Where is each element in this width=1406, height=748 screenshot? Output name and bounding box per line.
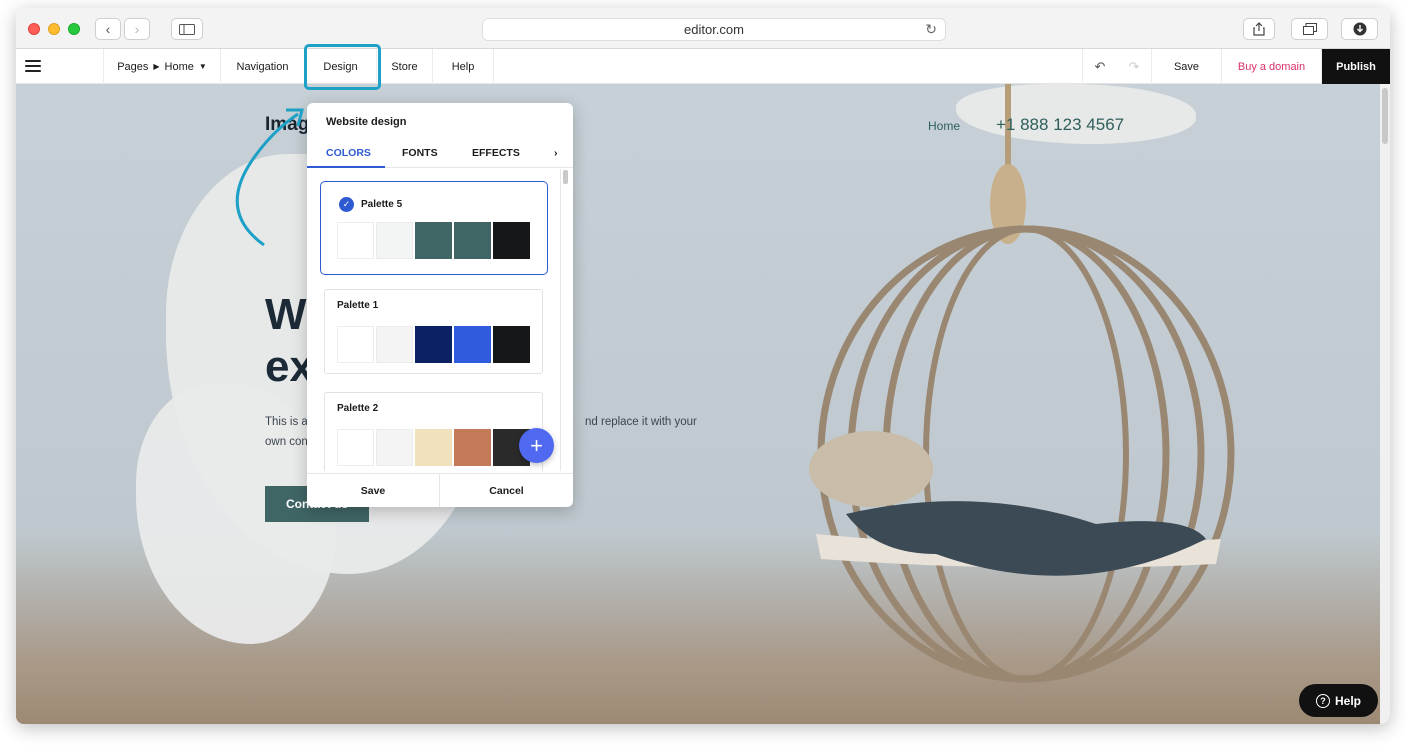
color-swatch <box>454 429 491 466</box>
panel-cancel-button[interactable]: Cancel <box>440 474 573 507</box>
current-page-label: Home <box>164 60 194 73</box>
editor-toolbar: Pages ▶ Home ▼ Navigation Design Store H… <box>16 49 1390 84</box>
browser-chrome: ‹ › editor.com ↻ <box>16 8 1390 49</box>
site-phone: +1 888 123 4567 <box>996 115 1125 134</box>
url-text: editor.com <box>684 22 744 37</box>
palette-scrollbar[interactable] <box>560 169 561 471</box>
panel-footer: Save Cancel <box>307 473 573 507</box>
tab-fonts[interactable]: FONTS <box>402 147 438 159</box>
color-swatch <box>376 326 413 363</box>
chevron-right-icon: › <box>134 21 140 37</box>
save-button[interactable]: Save <box>1152 49 1222 84</box>
design-tabs: COLORS FONTS EFFECTS › <box>307 141 573 168</box>
color-swatch <box>337 222 374 259</box>
help-button[interactable]: ? Help <box>1299 684 1378 717</box>
pages-label: Pages <box>117 60 149 73</box>
palette-name: Palette 2 <box>337 403 379 414</box>
chevron-right-icon[interactable]: › <box>554 147 558 159</box>
tab-colors[interactable]: COLORS <box>326 147 371 159</box>
color-swatch <box>493 326 530 363</box>
menu-icon[interactable] <box>25 60 41 72</box>
color-swatch <box>337 326 374 363</box>
reload-icon[interactable]: ↻ <box>925 19 937 40</box>
url-bar[interactable]: editor.com ↻ <box>482 18 946 41</box>
palette-card[interactable]: ✓ Palette 5 <box>320 181 548 275</box>
palette-swatches <box>337 222 530 259</box>
help-button-label: Help <box>1334 693 1361 708</box>
share-icon <box>1253 22 1265 36</box>
tab-effects[interactable]: EFFECTS <box>472 147 520 159</box>
color-swatch <box>454 326 491 363</box>
tabs-icon <box>1302 23 1317 35</box>
sidebar-toggle-button[interactable] <box>171 18 203 40</box>
tabs-overview-button[interactable] <box>1291 18 1328 40</box>
help-menu[interactable]: Help <box>433 49 494 84</box>
color-swatch <box>454 222 491 259</box>
publish-button[interactable]: Publish <box>1322 49 1390 84</box>
palette-swatches <box>337 429 530 466</box>
caret-right-icon: ▶ <box>153 62 160 71</box>
undo-button[interactable]: ↶ <box>1082 49 1117 84</box>
palette-scroll-thumb[interactable] <box>563 170 568 184</box>
undo-icon: ↶ <box>1094 58 1106 74</box>
color-swatch <box>493 222 530 259</box>
panel-title: Website design <box>326 116 407 128</box>
browser-window: ‹ › editor.com ↻ Pages ▶ Home ▼ Navigati… <box>16 8 1390 724</box>
palette-name: Palette 1 <box>337 300 379 311</box>
palette-name: Palette 5 <box>361 199 403 210</box>
back-button[interactable]: ‹ <box>95 18 121 40</box>
color-swatch <box>415 326 452 363</box>
hero-text-right: nd replace it with your <box>585 416 697 428</box>
color-swatch <box>415 429 452 466</box>
design-menu-highlight <box>304 44 381 90</box>
sidebar-icon <box>179 23 195 35</box>
color-swatch <box>376 222 413 259</box>
redo-icon: ↷ <box>1128 58 1140 74</box>
page-canvas[interactable]: Imag Home +1 888 123 4567 W ex This is a… <box>16 84 1390 724</box>
color-swatch <box>415 222 452 259</box>
share-button[interactable] <box>1243 18 1275 40</box>
site-nav-home[interactable]: Home <box>928 119 960 133</box>
palette-list: ✓ Palette 5 Palette 1 Palette 2 <box>307 169 573 471</box>
website-design-panel: Website design COLORS FONTS EFFECTS › ✓ … <box>307 103 573 507</box>
forward-button[interactable]: › <box>124 18 150 40</box>
palette-card[interactable]: Palette 1 <box>324 289 543 374</box>
add-palette-button[interactable]: + <box>519 428 554 463</box>
redo-button[interactable]: ↷ <box>1117 49 1152 84</box>
store-menu[interactable]: Store <box>377 49 433 84</box>
palette-card[interactable]: Palette 2 <box>324 392 543 471</box>
active-tab-indicator <box>307 166 385 168</box>
color-swatch <box>337 429 374 466</box>
buy-domain-button[interactable]: Buy a domain <box>1222 49 1322 84</box>
hero-text-left: This is a <box>265 416 308 428</box>
plus-icon: + <box>530 432 543 458</box>
download-icon <box>1353 22 1366 36</box>
chevron-left-icon: ‹ <box>105 21 111 37</box>
hanging-chair-image <box>809 84 1235 683</box>
check-icon: ✓ <box>339 197 354 212</box>
zoom-window-button[interactable] <box>68 23 80 35</box>
minimize-window-button[interactable] <box>48 23 60 35</box>
downloads-button[interactable] <box>1341 18 1378 40</box>
canvas-scrollbar[interactable] <box>1380 84 1390 724</box>
close-window-button[interactable] <box>28 23 40 35</box>
hero-text-line2: own con <box>265 436 308 448</box>
palette-swatches <box>337 326 530 363</box>
curved-arrow-annotation <box>235 108 304 247</box>
color-swatch <box>376 429 413 466</box>
panel-save-button[interactable]: Save <box>307 474 440 507</box>
question-icon: ? <box>1315 693 1330 708</box>
pages-dropdown[interactable]: Pages ▶ Home ▼ <box>103 49 221 84</box>
navigation-menu[interactable]: Navigation <box>221 49 305 84</box>
canvas-scroll-thumb[interactable] <box>1382 88 1388 144</box>
caret-down-icon: ▼ <box>198 62 207 71</box>
